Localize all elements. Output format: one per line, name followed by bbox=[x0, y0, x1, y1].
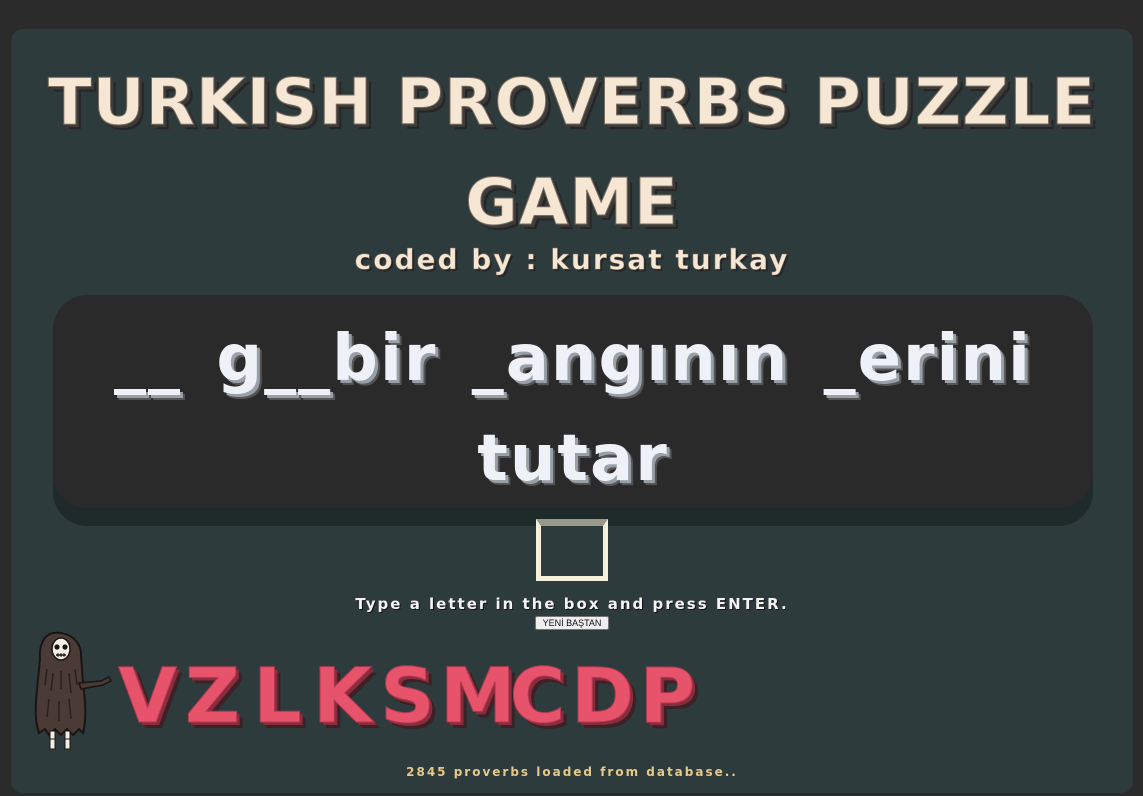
wrong-letter: L bbox=[253, 651, 302, 741]
instruction-text: Type a letter in the box and press ENTER… bbox=[355, 595, 789, 613]
restart-button[interactable]: YENİ BAŞTAN bbox=[535, 616, 609, 630]
letter-input[interactable] bbox=[536, 519, 608, 581]
puzzle-board: __ g__bir _angının _erini tutar bbox=[53, 295, 1093, 508]
game-card: TURKISH PROVERBS PUZZLE GAME coded by : … bbox=[11, 29, 1133, 793]
wrong-letter: D bbox=[570, 651, 635, 741]
wrong-letter: C bbox=[509, 651, 566, 741]
wrong-letter: V bbox=[118, 651, 178, 741]
wrong-letter: M bbox=[440, 651, 517, 741]
wrong-letter: K bbox=[313, 651, 373, 741]
game-title: TURKISH PROVERBS PUZZLE GAME bbox=[48, 66, 1096, 241]
hooded-monster-icon bbox=[34, 631, 113, 750]
wrong-letters-list: VZLKSMCDP bbox=[115, 651, 700, 741]
wrong-letter: P bbox=[639, 651, 696, 741]
proverb-puzzle-text: __ g__bir _angının _erini tutar bbox=[114, 322, 1032, 496]
author-credit: coded by : kursat turkay bbox=[354, 243, 790, 277]
wrong-letter: S bbox=[380, 651, 436, 741]
wrong-letter: Z bbox=[184, 651, 241, 741]
status-message: 2845 proverbs loaded from database.. bbox=[406, 765, 738, 779]
